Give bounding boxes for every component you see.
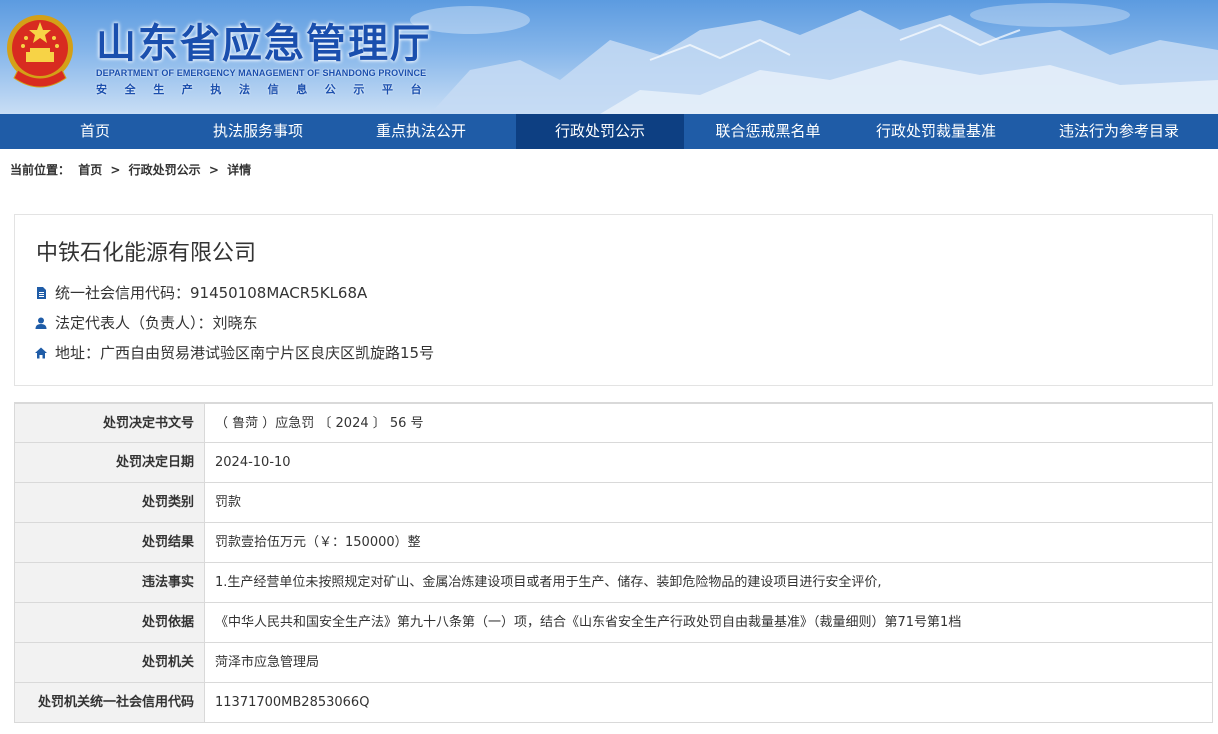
row-value: 菏泽市应急管理局	[215, 655, 320, 670]
site-title: 山东省应急管理厅	[96, 21, 432, 67]
legal-rep-text: 法定代表人（负责人）：刘晓东	[55, 314, 258, 332]
row-value: 2024-10-10	[215, 455, 291, 470]
row-value: 罚款	[215, 495, 242, 510]
site-subtitle: 安全生产执法信息公示平台	[96, 83, 440, 96]
credit-code-row: 统一社会信用代码：91450108MACR5KL68A	[35, 282, 367, 303]
breadcrumb-prefix: 当前位置：	[10, 163, 71, 177]
table-row: 处罚类别 罚款	[14, 483, 1213, 523]
site-title-english: DEPARTMENT OF EMERGENCY MANAGEMENT OF SH…	[96, 68, 427, 78]
address-text: 地址：广西自由贸易港试验区南宁片区良庆区凯旋路15号	[55, 344, 435, 362]
breadcrumb-separator: >	[208, 163, 219, 177]
header-banner: 山东省应急管理厅 DEPARTMENT OF EMERGENCY MANAGEM…	[0, 0, 1218, 114]
penalty-details-table: 处罚决定书文号 （ 鲁菏 ）应急罚 〔 2024 〕 56 号 处罚决定日期 2…	[14, 402, 1213, 723]
table-row: 处罚决定日期 2024-10-10	[14, 443, 1213, 483]
row-value: 罚款壹拾伍万元（￥：150000）整	[215, 535, 421, 550]
nav-item-blacklist[interactable]: 联合惩戒黑名单	[684, 114, 852, 149]
main-nav: 首页 执法服务事项 重点执法公开 行政处罚公示 联合惩戒黑名单 行政处罚裁量基准…	[0, 114, 1218, 149]
row-label: 处罚结果	[15, 523, 205, 562]
table-row: 处罚机关 菏泽市应急管理局	[14, 643, 1213, 683]
row-value: 1.生产经营单位未按照规定对矿山、金属冶炼建设项目或者用于生产、储存、装卸危险物…	[215, 575, 882, 590]
company-name: 中铁石化能源有限公司	[36, 241, 257, 266]
table-row: 处罚机关统一社会信用代码 11371700MB2853066Q	[14, 683, 1213, 723]
user-icon	[35, 317, 47, 329]
row-label: 处罚决定书文号	[15, 404, 205, 442]
national-emblem-icon	[7, 15, 73, 88]
row-value: 11371700MB2853066Q	[215, 695, 370, 710]
row-label: 处罚决定日期	[15, 443, 205, 482]
nav-item-discretion-standard[interactable]: 行政处罚裁量基准	[852, 114, 1020, 149]
home-icon	[35, 347, 47, 358]
breadcrumb-home-link[interactable]: 首页	[78, 163, 102, 177]
nav-item-penalty-publicity[interactable]: 行政处罚公示	[516, 114, 684, 149]
row-label: 处罚机关	[15, 643, 205, 682]
nav-item-home[interactable]: 首页	[0, 114, 190, 149]
row-label: 处罚依据	[15, 603, 205, 642]
row-label: 违法事实	[15, 563, 205, 602]
table-row: 处罚结果 罚款壹拾伍万元（￥：150000）整	[14, 523, 1213, 563]
row-label: 处罚机关统一社会信用代码	[15, 683, 205, 722]
row-value: 《中华人民共和国安全生产法》第九十八条第（一）项，结合《山东省安全生产行政处罚自…	[215, 615, 962, 630]
table-row: 违法事实 1.生产经营单位未按照规定对矿山、金属冶炼建设项目或者用于生产、储存、…	[14, 563, 1213, 603]
company-card: 中铁石化能源有限公司 统一社会信用代码：91450108MACR5KL68A 法…	[14, 214, 1213, 386]
row-label: 处罚类别	[15, 483, 205, 522]
breadcrumb-separator: >	[110, 163, 121, 177]
row-value: （ 鲁菏 ）应急罚 〔 2024 〕 56 号	[215, 416, 424, 431]
nav-item-key-enforcement[interactable]: 重点执法公开	[326, 114, 516, 149]
address-row: 地址：广西自由贸易港试验区南宁片区良庆区凯旋路15号	[35, 342, 434, 363]
breadcrumb: 当前位置： 首页 > 行政处罚公示 > 详情	[10, 161, 255, 178]
table-row: 处罚决定书文号 （ 鲁菏 ）应急罚 〔 2024 〕 56 号	[14, 403, 1213, 443]
table-row: 处罚依据 《中华人民共和国安全生产法》第九十八条第（一）项，结合《山东省安全生产…	[14, 603, 1213, 643]
nav-item-violation-catalog[interactable]: 违法行为参考目录	[1020, 114, 1218, 149]
document-icon	[37, 286, 46, 299]
breadcrumb-penalty-link[interactable]: 行政处罚公示	[129, 163, 201, 177]
breadcrumb-current: 详情	[227, 163, 252, 177]
nav-item-services[interactable]: 执法服务事项	[190, 114, 326, 149]
credit-code-text: 统一社会信用代码：91450108MACR5KL68A	[55, 284, 368, 302]
legal-rep-row: 法定代表人（负责人）：刘晓东	[35, 312, 258, 333]
